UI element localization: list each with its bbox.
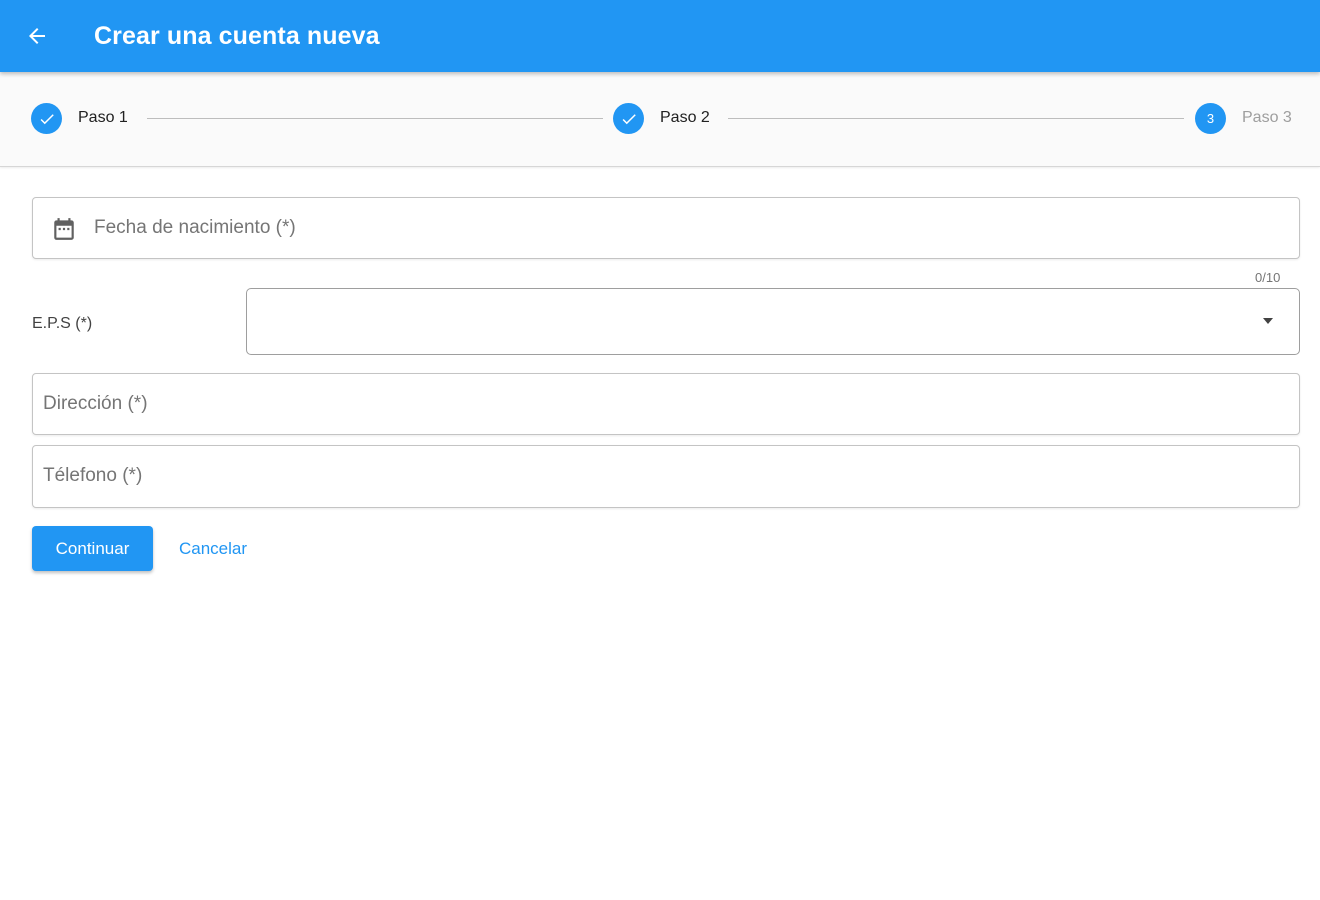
phone-placeholder: Télefono (*) xyxy=(43,465,143,486)
step-3-number: 3 xyxy=(1206,111,1215,126)
phone-field[interactable]: Télefono (*) xyxy=(32,445,1300,508)
step-2-label[interactable]: Paso 2 xyxy=(660,109,710,127)
birth-date-placeholder: Fecha de nacimiento (*) xyxy=(94,217,296,238)
eps-label: E.P.S (*) xyxy=(32,315,93,332)
step-1-label[interactable]: Paso 1 xyxy=(78,109,128,127)
step-2-indicator[interactable] xyxy=(613,103,644,134)
character-counter: 0/10 xyxy=(1255,270,1281,285)
continue-button[interactable]: Continuar xyxy=(32,526,153,571)
address-placeholder: Dirección (*) xyxy=(43,393,148,414)
eps-dropdown[interactable] xyxy=(246,288,1300,355)
check-icon xyxy=(622,113,636,124)
caret-down-icon xyxy=(1263,318,1273,324)
stepper: Paso 1 Paso 2 3 Paso 3 xyxy=(0,72,1320,167)
step-connector-2 xyxy=(728,118,1184,119)
birth-date-field[interactable]: Fecha de nacimiento (*) xyxy=(32,197,1300,259)
step-3-indicator[interactable]: 3 xyxy=(1195,103,1226,134)
page-title: Crear una cuenta nueva xyxy=(94,22,380,50)
arrow-left-icon xyxy=(29,28,45,44)
calendar-icon xyxy=(54,218,74,240)
back-button[interactable] xyxy=(22,22,52,50)
step-connector-1 xyxy=(147,118,603,119)
step-1-indicator[interactable] xyxy=(31,103,62,134)
check-icon xyxy=(40,113,54,124)
address-field[interactable]: Dirección (*) xyxy=(32,373,1300,435)
cancel-button[interactable]: Cancelar xyxy=(165,526,261,571)
step-3-label[interactable]: Paso 3 xyxy=(1242,109,1292,127)
app-bar: Crear una cuenta nueva xyxy=(0,0,1320,72)
